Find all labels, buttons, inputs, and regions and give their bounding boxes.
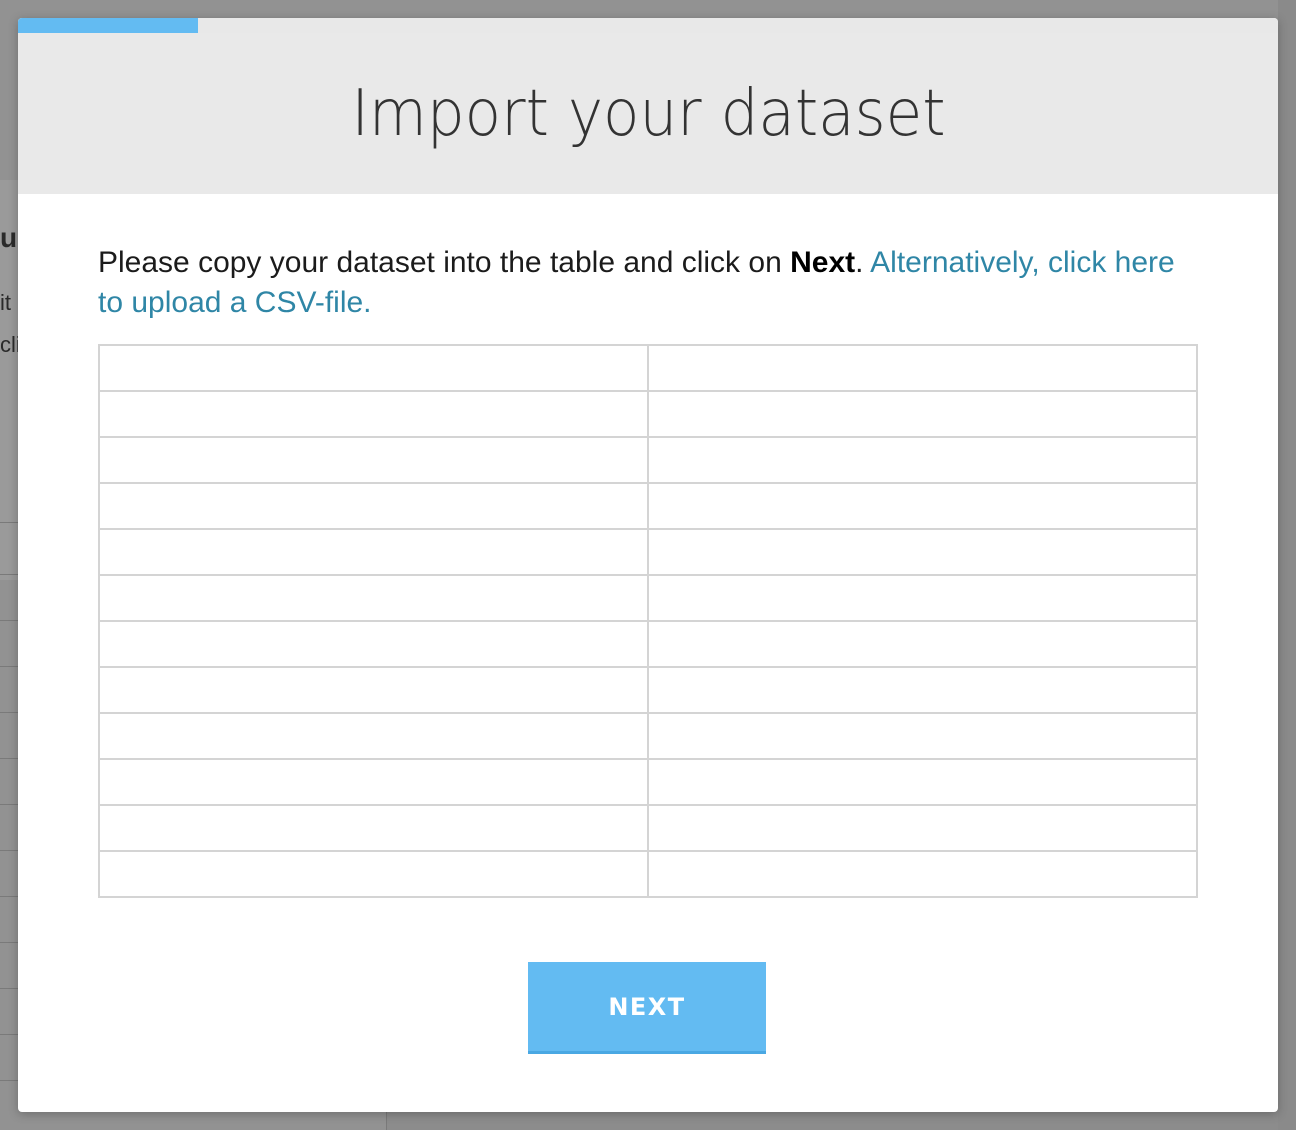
table-cell-input[interactable] [100, 438, 647, 482]
table-row [98, 436, 1198, 484]
table-cell [98, 574, 649, 622]
table-cell-input[interactable] [649, 438, 1196, 482]
table-row [98, 804, 1198, 852]
table-cell-input[interactable] [649, 668, 1196, 712]
table-row [98, 482, 1198, 530]
table-cell-input[interactable] [100, 392, 647, 436]
table-cell-input[interactable] [649, 392, 1196, 436]
table-cell-input[interactable] [649, 346, 1196, 390]
table-cell [647, 758, 1198, 806]
table-cell [98, 482, 649, 530]
table-cell-input[interactable] [100, 346, 647, 390]
table-cell-input[interactable] [649, 530, 1196, 574]
table-cell [647, 620, 1198, 668]
table-cell [98, 528, 649, 576]
table-cell-input[interactable] [649, 806, 1196, 850]
instructions-next-emphasis: Next [790, 246, 856, 279]
table-cell-input[interactable] [100, 622, 647, 666]
table-cell [647, 850, 1198, 898]
table-cell-input[interactable] [649, 760, 1196, 804]
table-cell-input[interactable] [649, 576, 1196, 620]
table-cell [98, 620, 649, 668]
table-cell [647, 390, 1198, 438]
table-cell [647, 712, 1198, 760]
dataset-table [98, 344, 1198, 898]
table-cell-input[interactable] [100, 530, 647, 574]
table-cell [98, 804, 649, 852]
table-cell [98, 758, 649, 806]
table-cell-input[interactable] [100, 668, 647, 712]
table-cell [98, 666, 649, 714]
table-cell [647, 804, 1198, 852]
table-cell-input[interactable] [649, 622, 1196, 666]
table-cell [98, 344, 649, 392]
table-cell [98, 850, 649, 898]
table-row [98, 620, 1198, 668]
table-cell-input[interactable] [100, 760, 647, 804]
background-text-fragment: it [0, 290, 11, 315]
table-row [98, 344, 1198, 392]
table-cell [647, 666, 1198, 714]
table-cell-input[interactable] [649, 852, 1196, 896]
table-cell-input[interactable] [100, 714, 647, 758]
progress-bar [18, 18, 1278, 33]
modal-header: Import your dataset [18, 33, 1278, 194]
background-rail [1278, 0, 1296, 1130]
table-cell-input[interactable] [100, 806, 647, 850]
modal-title: Import your dataset [350, 76, 946, 151]
instructions-text: Please copy your dataset into the table … [98, 243, 1198, 323]
table-cell [647, 528, 1198, 576]
table-cell-input[interactable] [649, 714, 1196, 758]
table-cell-input[interactable] [100, 484, 647, 528]
table-cell-input[interactable] [649, 484, 1196, 528]
progress-bar-fill [18, 18, 199, 33]
table-cell [647, 482, 1198, 530]
table-row [98, 528, 1198, 576]
table-row [98, 666, 1198, 714]
table-cell-input[interactable] [100, 852, 647, 896]
table-cell [647, 344, 1198, 392]
table-cell [98, 436, 649, 484]
table-cell [647, 574, 1198, 622]
table-row [98, 390, 1198, 438]
table-cell [98, 390, 649, 438]
table-cell [647, 436, 1198, 484]
table-cell-input[interactable] [100, 576, 647, 620]
table-row [98, 850, 1198, 898]
table-row [98, 574, 1198, 622]
table-cell [98, 712, 649, 760]
table-row [98, 712, 1198, 760]
instructions-text-end: . [855, 246, 871, 279]
next-button[interactable]: NEXT [528, 962, 766, 1054]
instructions-text-start: Please copy your dataset into the table … [98, 246, 791, 279]
import-dataset-modal: Import your dataset Please copy your dat… [18, 18, 1278, 1112]
table-row [98, 758, 1198, 806]
